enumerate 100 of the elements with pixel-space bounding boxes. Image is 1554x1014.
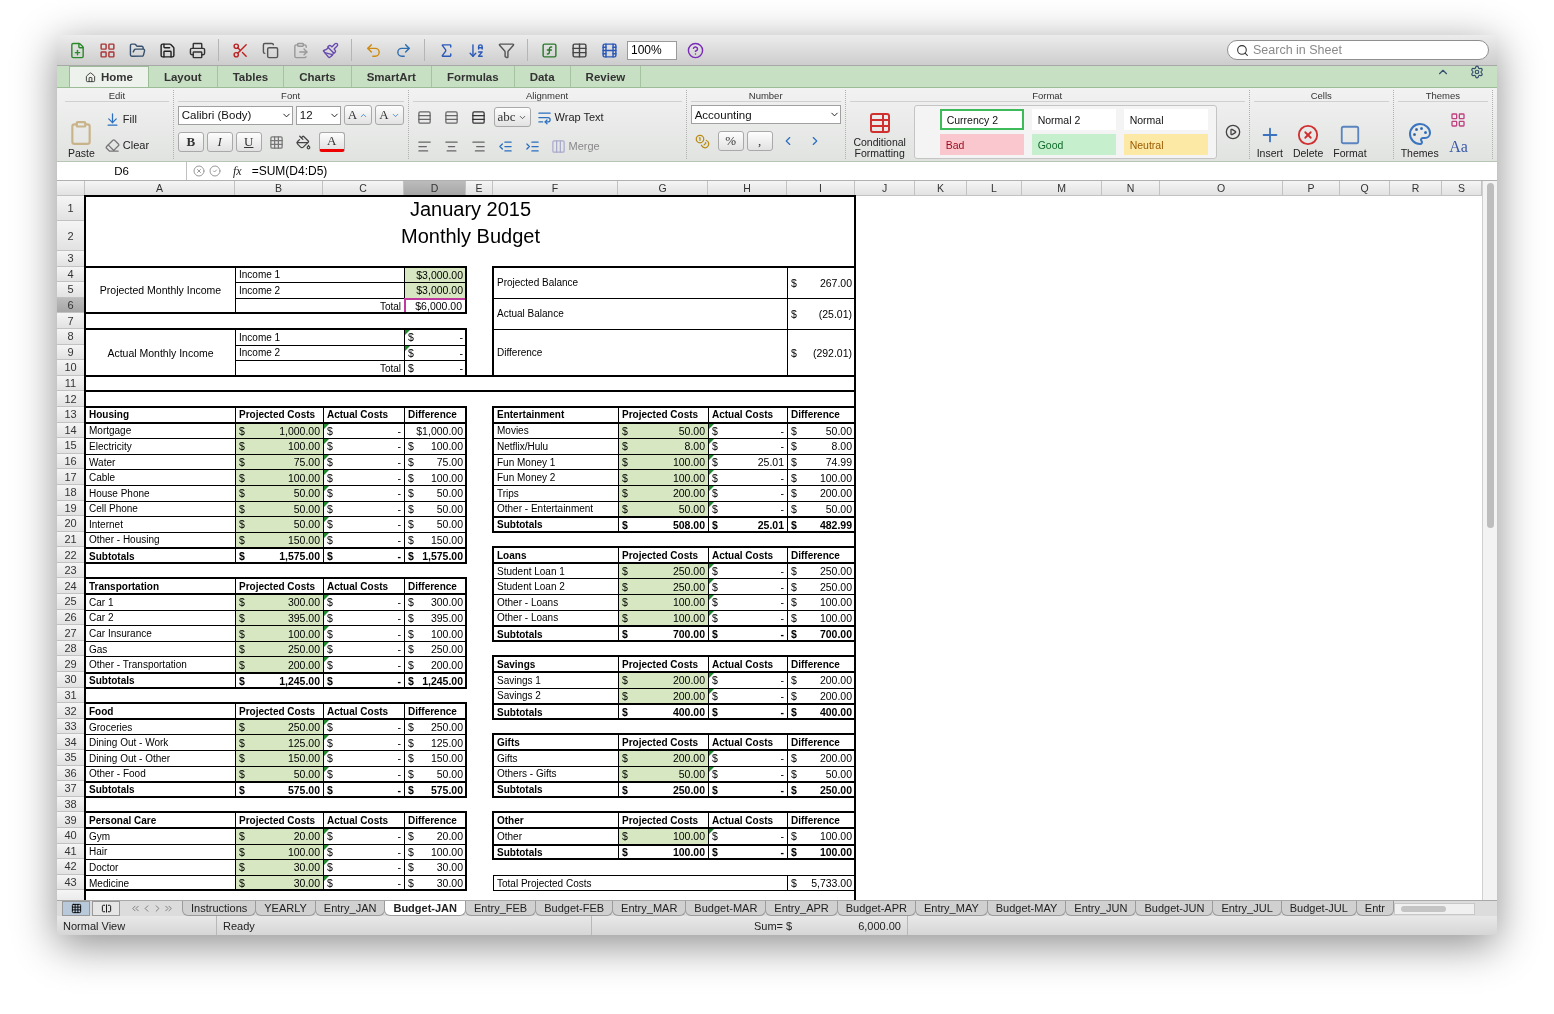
- sheet-tab[interactable]: Entry_MAR: [612, 901, 687, 916]
- sheet-tab[interactable]: Budget-MAR: [685, 901, 767, 916]
- font-name-field[interactable]: Calibri (Body): [177, 105, 293, 125]
- sheet-tab[interactable]: Budget-APR: [836, 901, 916, 916]
- row-header[interactable]: 30: [57, 672, 85, 688]
- ribbon-tab[interactable]: Layout: [148, 66, 218, 87]
- cells-button[interactable]: Insert: [1253, 105, 1286, 159]
- function-button[interactable]: fx: [227, 163, 248, 179]
- column-header[interactable]: N: [1102, 181, 1160, 196]
- row-header[interactable]: 35: [57, 750, 85, 766]
- row-header[interactable]: 22: [57, 547, 85, 563]
- sheet-tab[interactable]: Budget-JUL: [1280, 901, 1357, 916]
- row-header[interactable]: 27: [57, 625, 85, 641]
- sheet-tab[interactable]: Entry_FEB: [465, 901, 537, 916]
- font-size-field[interactable]: 12: [295, 105, 341, 125]
- sheet-tab[interactable]: Entr: [1355, 901, 1395, 916]
- italic-button[interactable]: I: [206, 132, 233, 152]
- row-header[interactable]: 2: [57, 221, 85, 251]
- theme-fonts-button[interactable]: Aa: [1445, 136, 1472, 157]
- name-box[interactable]: D6: [57, 162, 187, 180]
- ribbon-tab[interactable]: Tables: [217, 66, 285, 87]
- sheet-tab[interactable]: Entry_APR: [765, 901, 838, 916]
- sheet-tab[interactable]: Entry_JAN: [314, 901, 386, 916]
- row-header[interactable]: 37: [57, 781, 85, 797]
- sheet-tab[interactable]: Budget-JAN: [384, 901, 466, 916]
- sheet-tab[interactable]: YEARLY: [255, 901, 316, 916]
- row-header[interactable]: 39: [57, 812, 85, 828]
- cell-style[interactable]: Normal: [1123, 109, 1208, 130]
- row-header[interactable]: 32: [57, 703, 85, 719]
- scrollbar[interactable]: [1394, 902, 1475, 915]
- themes-button[interactable]: Themes: [1397, 105, 1442, 159]
- conditional-formatting-button[interactable]: Conditional Formatting: [849, 105, 910, 159]
- cells-button[interactable]: Format: [1330, 105, 1370, 159]
- ribbon-tab[interactable]: Review: [570, 66, 642, 87]
- column-header[interactable]: R: [1390, 181, 1442, 196]
- sheet-tab[interactable]: Entry_JUL: [1212, 901, 1282, 916]
- row-header[interactable]: 10: [57, 360, 85, 376]
- ribbon-tab[interactable]: SmartArt: [351, 66, 432, 87]
- percent-button[interactable]: %: [717, 131, 744, 151]
- cell-style[interactable]: Neutral: [1123, 134, 1208, 155]
- sheet-tab[interactable]: Entry_MAY: [914, 901, 988, 916]
- normal-view-button[interactable]: [62, 901, 90, 916]
- row-header[interactable]: 24: [57, 578, 85, 595]
- sheet-tab[interactable]: Budget-MAY: [986, 901, 1067, 916]
- bold-button[interactable]: B: [177, 132, 204, 152]
- sheet-tab[interactable]: Budget-FEB: [535, 901, 614, 916]
- fill-button[interactable]: Fill: [101, 108, 153, 130]
- ribbon-tab[interactable]: Home: [69, 66, 149, 87]
- cell-style[interactable]: Currency 2: [939, 109, 1024, 130]
- ribbon-tab[interactable]: Formulas: [431, 66, 515, 87]
- scrollbar[interactable]: [1482, 181, 1497, 900]
- paste-button[interactable]: Paste: [65, 105, 98, 159]
- underline-button[interactable]: U: [235, 132, 262, 152]
- cancel-icon[interactable]: [193, 165, 205, 177]
- zoom-field[interactable]: 100%: [627, 40, 677, 60]
- cell-style[interactable]: Bad: [939, 134, 1024, 155]
- column-header[interactable]: J: [855, 181, 915, 196]
- row-header[interactable]: 3: [57, 251, 85, 267]
- orientation-button[interactable]: abc: [493, 107, 531, 127]
- row-header[interactable]: 1: [57, 196, 85, 221]
- table-cell: $ 400.00: [787, 703, 856, 720]
- row-header[interactable]: 15: [57, 438, 85, 454]
- number-format-field[interactable]: Accounting: [690, 105, 841, 124]
- row-header[interactable]: 17: [57, 469, 85, 485]
- row-header[interactable]: 5: [57, 282, 85, 298]
- sheet-tab[interactable]: Instructions: [182, 901, 257, 916]
- wrap-text-button[interactable]: Wrap Text: [533, 106, 607, 128]
- cell-style[interactable]: Good: [1031, 134, 1116, 155]
- cells-button[interactable]: Delete: [1289, 105, 1327, 159]
- page-layout-button[interactable]: [92, 901, 120, 916]
- table-cell: $ 25.01: [708, 516, 788, 533]
- row-header[interactable]: 20: [57, 516, 85, 532]
- cell-style[interactable]: Normal 2: [1031, 109, 1116, 130]
- column-header[interactable]: L: [967, 181, 1022, 196]
- row-header[interactable]: 7: [57, 313, 85, 329]
- comma-button[interactable]: ,: [746, 131, 773, 151]
- sheet-tab[interactable]: Budget-JUN: [1135, 901, 1214, 916]
- table-cell: $ -: [708, 625, 788, 642]
- column-header[interactable]: M: [1022, 181, 1102, 196]
- font-color-button[interactable]: A: [318, 132, 345, 152]
- shrink-font-button[interactable]: A: [375, 105, 404, 125]
- column-header[interactable]: S: [1442, 181, 1482, 196]
- row-header[interactable]: 42: [57, 859, 85, 875]
- sheet-tab[interactable]: Entry_JUN: [1065, 901, 1137, 916]
- table-cell: $ 5,733.00: [787, 874, 856, 892]
- delete-icon: [1297, 124, 1320, 146]
- column-header[interactable]: P: [1283, 181, 1340, 196]
- column-header[interactable]: Q: [1340, 181, 1390, 196]
- row-header[interactable]: 12: [57, 391, 85, 407]
- row-header[interactable]: 34: [57, 734, 85, 750]
- grow-font-button[interactable]: A: [343, 105, 373, 125]
- clear-button[interactable]: Clear: [101, 134, 153, 156]
- ribbon-tab[interactable]: Data: [514, 66, 571, 87]
- search-field[interactable]: Search in Sheet: [1227, 40, 1489, 60]
- column-header[interactable]: O: [1160, 181, 1283, 196]
- row-header[interactable]: 29: [57, 656, 85, 673]
- column-header[interactable]: K: [915, 181, 967, 196]
- row-header[interactable]: 25: [57, 594, 85, 610]
- formula-field[interactable]: =SUM(D4:D5): [247, 164, 328, 178]
- ribbon-tab[interactable]: Charts: [284, 66, 352, 87]
